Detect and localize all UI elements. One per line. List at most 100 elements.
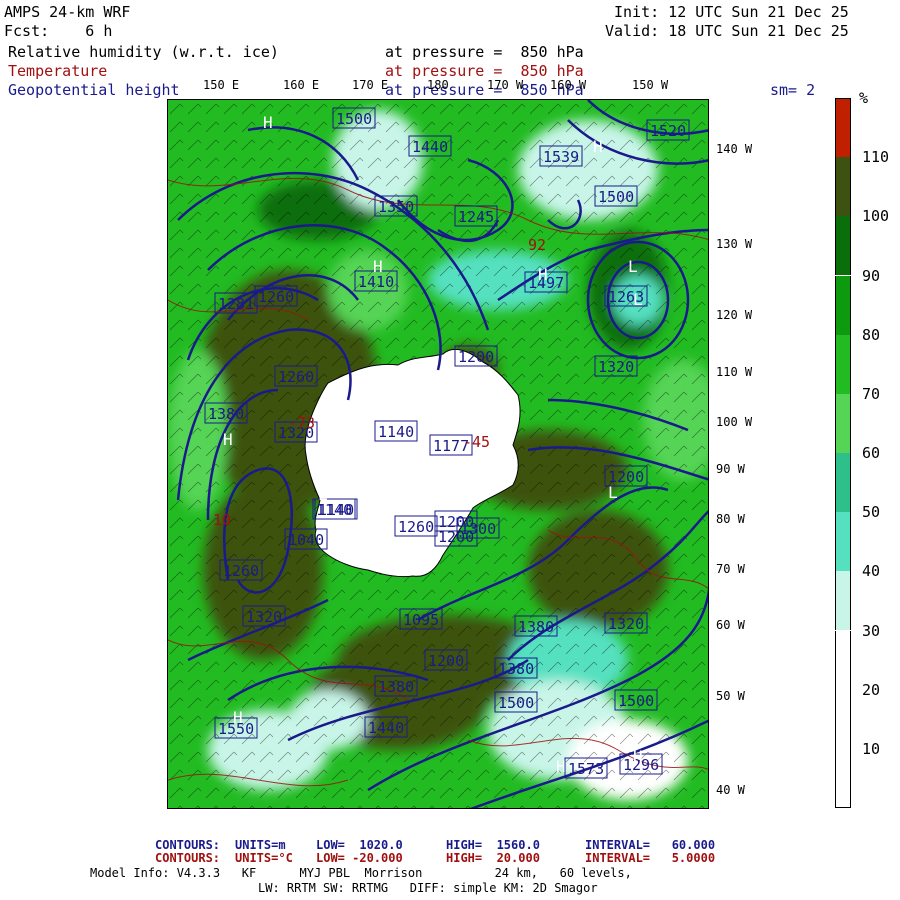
height-label: 1200 — [438, 528, 474, 546]
lon-label-130w: 130 W — [716, 237, 753, 251]
lon-label-160e: 160 E — [283, 78, 320, 92]
colorbar-tick-label: 30 — [862, 621, 881, 640]
lon-label-180: 180 — [427, 78, 449, 92]
height-label: 1260 — [223, 562, 259, 580]
colorbar-bin — [835, 453, 851, 513]
height-label: 1350 — [378, 198, 414, 216]
footer-geo-low: LOW= 1020.0 — [316, 838, 403, 852]
low-pressure-center: L — [633, 290, 643, 309]
colorbar-tick-label: 110 — [862, 148, 890, 167]
high-pressure-center: H — [373, 257, 383, 276]
low-pressure-center: L — [318, 485, 328, 504]
lon-label-140w: 140 W — [716, 142, 753, 156]
valid-time: Valid: 18 UTC Sun 21 Dec 25 — [605, 22, 849, 40]
temperature-label: -45 — [463, 433, 490, 451]
height-label: 1380 — [208, 405, 244, 423]
height-label: 1380 — [378, 678, 414, 696]
lon-label-150w: 150 W — [632, 78, 669, 92]
footer-temp-label: CONTOURS: — [155, 851, 221, 865]
colorbar-tick-label: 10 — [862, 739, 881, 758]
colorbar-bin — [835, 216, 851, 276]
high-pressure-center: H — [538, 265, 548, 284]
high-pressure-center: H — [263, 113, 273, 132]
model-title: AMPS 24-km WRF — [4, 3, 131, 21]
temperature-label: 10 — [213, 511, 231, 529]
colorbar-bin — [835, 157, 851, 217]
high-pressure-center: H — [223, 430, 233, 449]
lon-label-100w: 100 W — [716, 415, 753, 429]
lon-label-60w: 60 W — [716, 618, 745, 632]
height-label: 1245 — [458, 208, 494, 226]
colorbar-bin — [835, 512, 851, 572]
colorbar-bin — [835, 393, 851, 453]
weather-map: 1500 1539 1520 1440 1350 1245 1500 1410 1497 1263… — [167, 99, 709, 809]
lon-label-150e: 150 E — [203, 78, 240, 92]
height-label: 1260 — [398, 518, 434, 536]
height-label: 1320 — [608, 615, 644, 633]
height-label: 1520 — [650, 122, 686, 140]
footer-temp-low: LOW= -20.000 — [316, 851, 403, 865]
height-label: 1440 — [368, 719, 404, 737]
low-pressure-center: L — [628, 257, 638, 276]
field-rh-level: at pressure = 850 hPa — [385, 43, 584, 61]
height-label: 1500 — [598, 188, 634, 206]
colorbar-bin — [835, 630, 851, 690]
high-pressure-center: H — [633, 747, 643, 766]
model-info-line1: Model Info: V4.3.3 KF MYJ PBL Morrison 2… — [90, 866, 632, 880]
height-label: 1380 — [518, 618, 554, 636]
height-label: 1573 — [568, 760, 604, 778]
colorbar-tick-label: 70 — [862, 384, 881, 403]
high-pressure-center: H — [233, 708, 243, 727]
lon-label-40w: 40 W — [716, 783, 745, 797]
lon-label-80w: 80 W — [716, 512, 745, 526]
height-label: 1140 — [378, 423, 414, 441]
lon-label-110w: 110 W — [716, 365, 753, 379]
colorbar-bin — [835, 748, 851, 808]
field-geo-name: Geopotential height — [8, 81, 180, 99]
footer-geo-interval: INTERVAL= 60.000 — [585, 838, 716, 852]
height-label: 1095 — [403, 611, 439, 629]
height-label: 1500 — [498, 694, 534, 712]
height-label: 1200 — [458, 348, 494, 366]
colorbar-tick-label: 90 — [862, 266, 881, 285]
footer-geo-label: CONTOURS: — [155, 838, 221, 852]
height-label: 1200 — [428, 652, 464, 670]
lon-label-90w: 90 W — [716, 462, 745, 476]
high-pressure-center: H — [593, 137, 603, 156]
height-label: 1500 — [336, 110, 372, 128]
height-label: 1380 — [498, 660, 534, 678]
height-label: 1040 — [288, 531, 324, 549]
footer-temp-units: UNITS=°C — [235, 851, 293, 865]
colorbar-tick-label: 40 — [862, 562, 881, 581]
colorbar-tick-label: 80 — [862, 325, 881, 344]
low-pressure-center: L — [608, 483, 618, 502]
map-canvas: 15001539152014401350124515001410 14971263… — [168, 100, 708, 808]
colorbar-bin — [835, 689, 851, 749]
colorbar-bin — [835, 275, 851, 335]
height-label: 1320 — [246, 608, 282, 626]
lon-label-70w: 70 W — [716, 562, 745, 576]
field-temp-name: Temperature — [8, 62, 108, 80]
footer-temp-high: HIGH= 20.000 — [446, 851, 540, 865]
lon-label-170e: 170 E — [352, 78, 389, 92]
forecast-hour: Fcst: 6 h — [4, 22, 113, 40]
colorbar-tick-label: 60 — [862, 444, 881, 462]
colorbar-bin — [835, 571, 851, 631]
colorbar-tick-label: 100 — [862, 207, 890, 226]
high-pressure-center: H — [556, 757, 566, 776]
colorbar-tick-label: 20 — [862, 680, 881, 699]
lon-label-50w: 50 W — [716, 689, 745, 703]
lon-label-170w: 170 W — [487, 78, 524, 92]
colorbar-unit: % — [859, 89, 869, 107]
height-label: 1500 — [618, 692, 654, 710]
height-label: 1281 — [218, 295, 254, 313]
temperature-label: 92 — [528, 236, 546, 254]
colorbar-tick-label: 50 — [862, 503, 881, 522]
height-label: 1260 — [278, 368, 314, 386]
lon-label-160w: 160 W — [550, 78, 587, 92]
height-label: 1539 — [543, 148, 579, 166]
lon-label-120w: 120 W — [716, 308, 753, 322]
colorbar-bin — [835, 334, 851, 394]
model-info-line2: LW: RRTM SW: RRTMG DIFF: simple KM: 2D S… — [258, 881, 598, 895]
height-label: 1320 — [598, 358, 634, 376]
